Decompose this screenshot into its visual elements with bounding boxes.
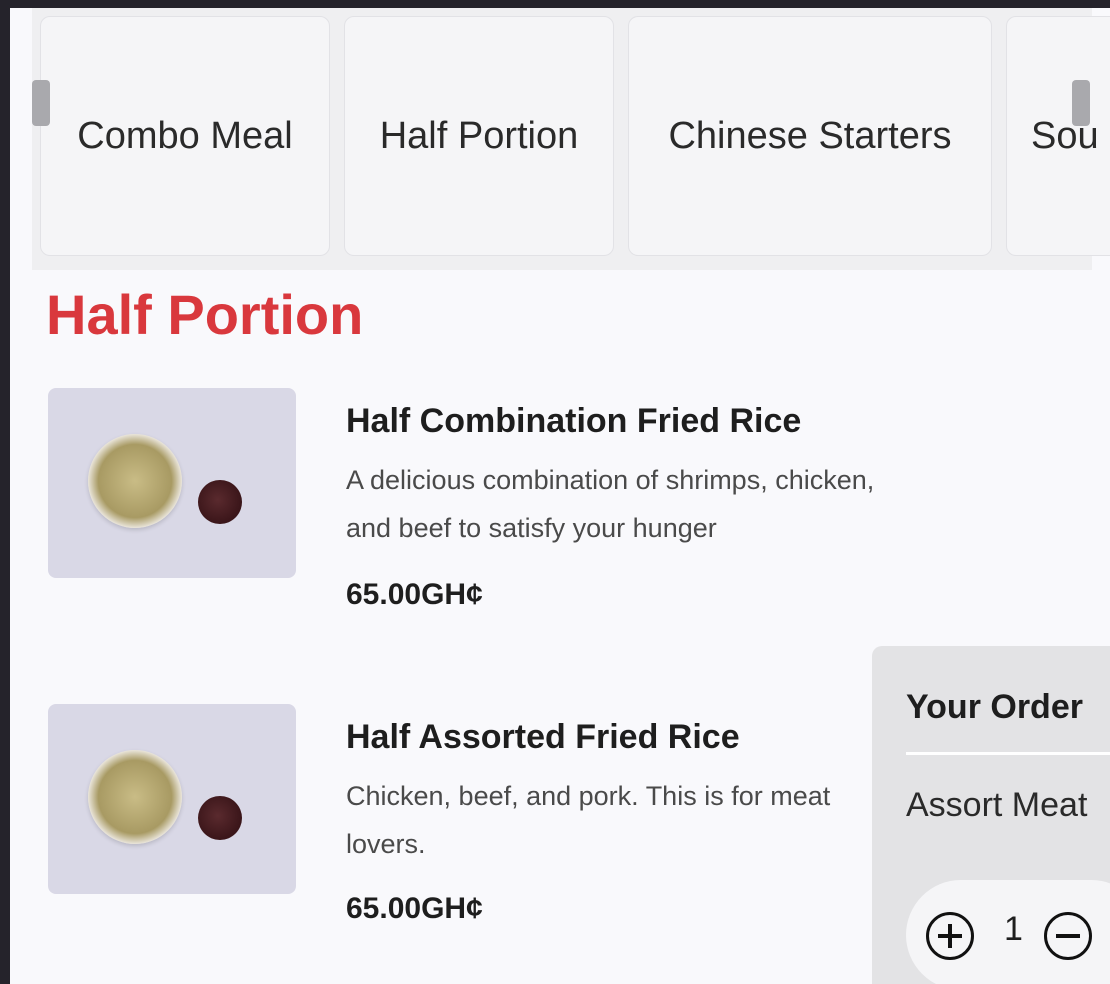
tab-half-portion[interactable]: Half Portion (344, 16, 614, 256)
scroll-right-icon[interactable] (1072, 80, 1090, 126)
item-description: A delicious combination of shrimps, chic… (346, 465, 875, 543)
item-description: Chicken, beef, and pork. This is for mea… (346, 781, 831, 859)
tab-soups[interactable]: Sou (1006, 16, 1110, 256)
order-line-item: Assort Meat (906, 786, 1088, 824)
item-image[interactable] (48, 388, 296, 578)
rice-bowl-icon (88, 434, 182, 528)
minus-circle-icon[interactable] (1044, 912, 1092, 960)
category-tab-bar: Combo Meal Half Portion Chinese Starters… (32, 8, 1110, 270)
item-image[interactable] (48, 704, 296, 894)
tab-label: Half Portion (379, 114, 579, 157)
quantity-value: 1 (1004, 910, 1023, 948)
tab-combo-meal[interactable]: Combo Meal (40, 16, 330, 256)
item-price: 65.00GH¢ (346, 892, 483, 925)
item-name[interactable]: Half Assorted Fried Rice (346, 718, 740, 757)
tab-chinese-starters[interactable]: Chinese Starters (628, 16, 992, 256)
rice-bowl-icon (88, 750, 182, 844)
tab-label: Chinese Starters (668, 114, 952, 157)
divider (906, 752, 1110, 755)
section-title: Half Portion (46, 283, 364, 346)
menu-item[interactable]: Half Combination Fried Rice A delicious … (48, 388, 1048, 638)
quantity-stepper: 1 (906, 880, 1110, 984)
sauce-cup-icon (198, 480, 242, 524)
sauce-cup-icon (198, 796, 242, 840)
scroll-left-icon[interactable] (32, 80, 50, 126)
menu-page: Combo Meal Half Portion Chinese Starters… (10, 8, 1110, 984)
item-name[interactable]: Half Combination Fried Rice (346, 402, 801, 441)
plus-circle-icon[interactable] (926, 912, 974, 960)
order-panel: Your Order Assort Meat 1 (872, 646, 1110, 984)
tab-label: Combo Meal (77, 114, 293, 157)
order-title: Your Order (906, 688, 1083, 726)
item-price: 65.00GH¢ (346, 578, 483, 611)
